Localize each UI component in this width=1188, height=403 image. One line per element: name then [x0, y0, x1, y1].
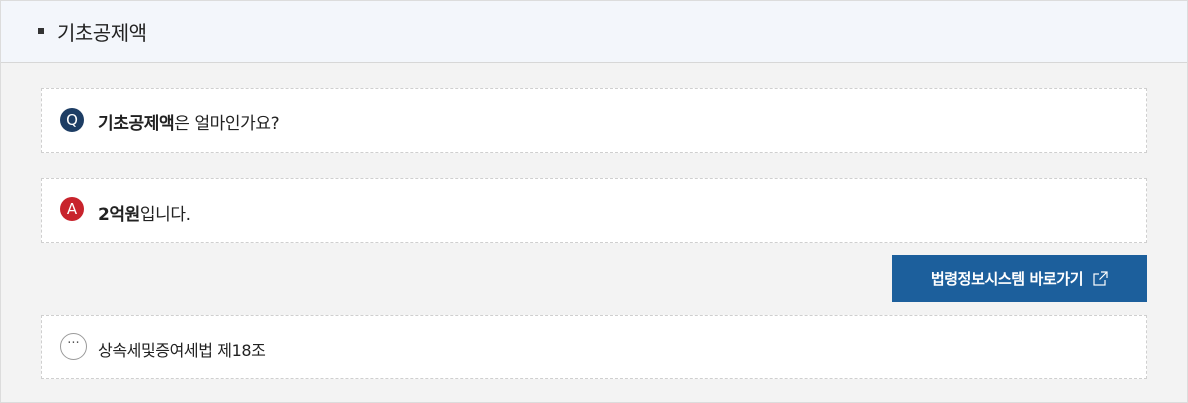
law-info-system-button[interactable]: 법령정보시스템 바로가기 — [892, 255, 1147, 302]
answer-keyword: 2억원 — [98, 205, 140, 225]
faq-panel: 기초공제액 Q 기초공제액은 얼마인가요? A 2억원입니다. 법령정보시스템 … — [0, 0, 1188, 403]
question-badge-icon: Q — [60, 108, 84, 132]
question-box: Q 기초공제액은 얼마인가요? — [41, 88, 1147, 153]
more-icon: ··· — [60, 333, 87, 360]
answer-badge-icon: A — [60, 197, 84, 221]
answer-text: 2억원입니다. — [98, 200, 191, 225]
question-keyword: 기초공제액 — [98, 114, 175, 134]
law-button-label: 법령정보시스템 바로가기 — [930, 270, 1084, 288]
panel-title: 기초공제액 — [57, 21, 147, 45]
external-link-icon — [1093, 271, 1109, 286]
reference-box: ··· 상속세및증여세법 제18조 — [41, 315, 1147, 379]
question-rest: 은 얼마인가요? — [174, 114, 280, 134]
reference-text: 상속세및증여세법 제18조 — [98, 341, 266, 360]
panel-header: 기초공제액 — [1, 1, 1187, 63]
question-text: 기초공제액은 얼마인가요? — [98, 109, 280, 134]
bullet-icon — [38, 28, 44, 34]
answer-box: A 2억원입니다. — [41, 178, 1147, 243]
answer-rest: 입니다. — [139, 205, 191, 225]
